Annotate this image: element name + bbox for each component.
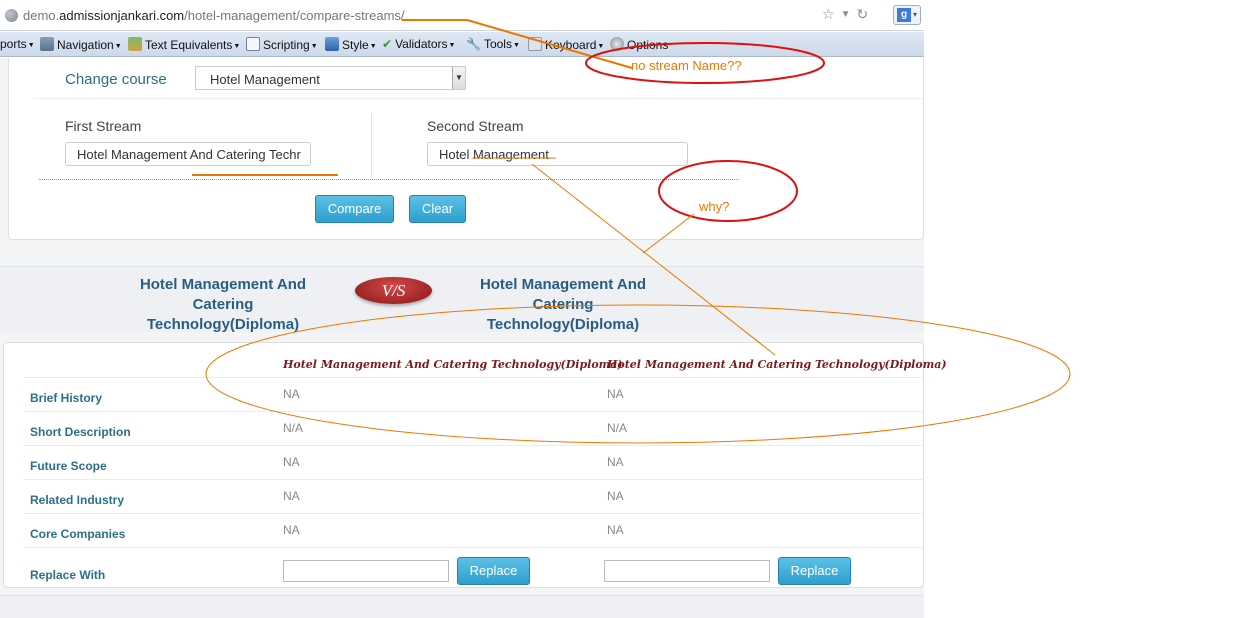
globe-icon: [5, 9, 18, 22]
google-icon: g: [897, 8, 911, 22]
row-label-related-industry: Related Industry: [30, 493, 125, 507]
annotation-note-stream-name: no stream Name??: [631, 58, 742, 73]
left-stream-title: Hotel Management And Catering Technology…: [139, 276, 307, 333]
table-cell: NA: [607, 455, 624, 469]
extension-toolbar: ports▼ Navigation▼ Text Equivalents▼ Scr…: [0, 32, 924, 57]
divider: [24, 377, 924, 378]
table-cell: N/A: [607, 421, 628, 435]
reload-icon[interactable]: ↻: [856, 6, 868, 23]
toolbar-item-text-equivalents[interactable]: Text Equivalents▼: [128, 37, 240, 52]
replace-input-1[interactable]: [283, 560, 449, 582]
address-bar[interactable]: demo.admissionjankari.com/hotel-manageme…: [0, 0, 924, 31]
divider: [24, 445, 924, 446]
table-cell: NA: [283, 489, 300, 503]
row-label-replace-with: Replace With: [30, 568, 106, 582]
wrench-icon: 🔧: [466, 37, 481, 51]
vs-badge: V/S: [355, 277, 432, 304]
search-engine-button[interactable]: g ▾: [893, 5, 921, 25]
first-stream-label: First Stream: [65, 118, 142, 134]
toolbar-item-tools[interactable]: 🔧 Tools▼: [466, 37, 520, 51]
toolbar-item-keyboard[interactable]: Keyboard▼: [528, 37, 604, 52]
replace-button-1[interactable]: Replace: [457, 557, 530, 585]
divider: [39, 179, 739, 180]
chevron-down-icon[interactable]: ▼: [841, 9, 851, 23]
row-label-core-companies: Core Companies: [30, 527, 126, 541]
table-cell: NA: [283, 455, 300, 469]
table-cell: NA: [283, 523, 300, 537]
style-icon: [325, 37, 339, 51]
divider: [24, 513, 924, 514]
star-icon[interactable]: ☆: [822, 6, 835, 23]
first-stream-input[interactable]: Hotel Management And Catering Techr: [65, 142, 311, 166]
divider: [24, 411, 924, 412]
compare-button[interactable]: Compare: [315, 195, 394, 223]
page-content: Change course Hotel Management ▼ First S…: [0, 58, 947, 618]
table-cell: NA: [607, 387, 624, 401]
table-cell: NA: [607, 523, 624, 537]
gear-icon: [610, 37, 624, 51]
divider: [24, 547, 924, 548]
right-stream-title: Hotel Management And Catering Technology…: [479, 276, 647, 333]
annotation-note-why: why?: [699, 199, 730, 214]
chevron-down-icon[interactable]: ▼: [452, 67, 465, 89]
clear-button[interactable]: Clear: [409, 195, 466, 223]
column-header-2: Hotel Management And Catering Technology…: [607, 358, 947, 371]
stream-selector-card: Change course Hotel Management ▼ First S…: [8, 58, 924, 240]
row-label-brief-history: Brief History: [30, 391, 103, 405]
toolbar-item-reports[interactable]: ports▼: [0, 37, 35, 51]
row-label-short-description: Short Description: [30, 425, 131, 439]
toolbar-item-validators[interactable]: ✔ Validators▼: [382, 37, 455, 51]
table-cell: NA: [607, 489, 624, 503]
toolbar-item-options[interactable]: Options: [610, 37, 668, 52]
row-label-future-scope: Future Scope: [30, 459, 107, 473]
check-icon: ✔: [382, 37, 393, 51]
divider: [33, 98, 923, 99]
column-header-1: Hotel Management And Catering Technology…: [283, 358, 623, 371]
script-icon: [246, 37, 260, 51]
image-icon: [128, 37, 142, 51]
table-cell: NA: [283, 387, 300, 401]
divider: [371, 114, 372, 178]
divider: [24, 479, 924, 480]
second-stream-input[interactable]: Hotel Management: [427, 142, 688, 166]
change-course-label: Change course: [65, 71, 167, 88]
footer-band: [0, 595, 924, 618]
sitemap-icon: [40, 37, 54, 51]
url-text[interactable]: demo.admissionjankari.com/hotel-manageme…: [23, 8, 405, 23]
second-stream-label: Second Stream: [427, 118, 524, 134]
comparison-table: Hotel Management And Catering Technology…: [3, 342, 947, 588]
toolbar-item-scripting[interactable]: Scripting▼: [246, 37, 318, 52]
replace-button-2[interactable]: Replace: [778, 557, 851, 585]
course-select[interactable]: Hotel Management ▼: [195, 66, 466, 90]
vs-header: Hotel Management And Catering Technology…: [0, 266, 924, 333]
replace-input-2[interactable]: [604, 560, 770, 582]
table-cell: N/A: [283, 421, 304, 435]
toolbar-item-navigation[interactable]: Navigation▼: [40, 37, 122, 52]
keyboard-icon: [528, 37, 542, 51]
toolbar-item-style[interactable]: Style▼: [325, 37, 377, 52]
